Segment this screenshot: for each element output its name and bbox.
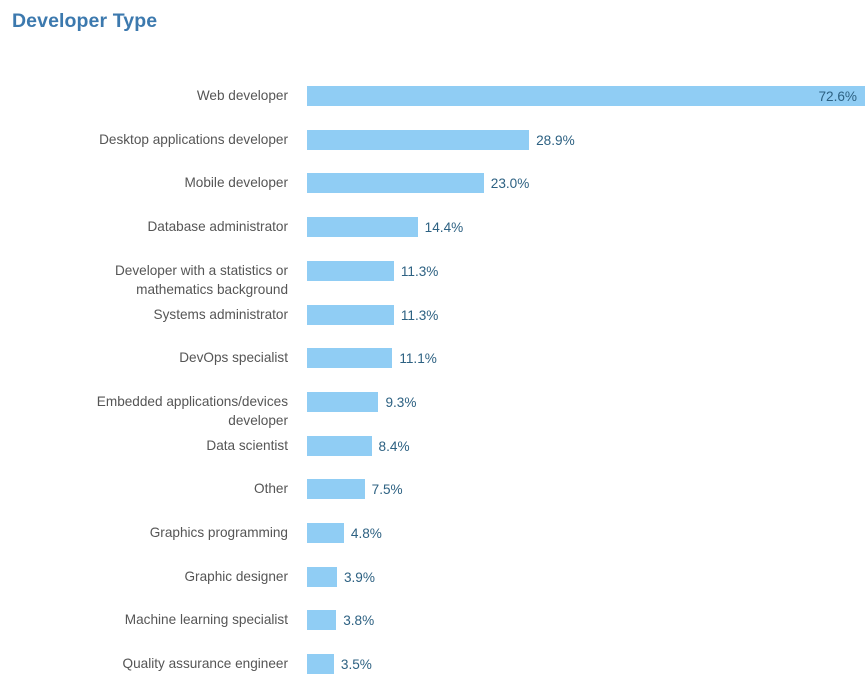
bar-fill[interactable] <box>307 260 394 281</box>
bar-category-label: Embedded applications/devices developer <box>96 393 288 429</box>
bar-fill[interactable] <box>307 217 418 238</box>
bar-row: DevOps specialist 11.1% <box>0 348 865 392</box>
bar-track[interactable]: 3.5% <box>307 654 372 675</box>
bar-category-label: Systems administrator <box>153 306 288 322</box>
bar-value-label: 14.4% <box>424 220 464 236</box>
bar-row: Desktop applications developer 28.9% <box>0 129 865 174</box>
bar-track[interactable]: 9.3% <box>307 391 416 412</box>
bar-fill[interactable] <box>307 610 337 631</box>
bar-value-label: 11.3% <box>400 307 439 323</box>
bar-fill[interactable] <box>307 86 865 106</box>
bar-row: Systems administrator 11.3% <box>0 304 865 349</box>
bar-track[interactable]: 72.6% <box>307 86 865 106</box>
bar-track[interactable]: 11.3% <box>307 260 438 281</box>
bar-fill[interactable] <box>307 173 484 194</box>
bar-track[interactable]: 4.8% <box>307 523 382 543</box>
bar-fill[interactable] <box>307 523 344 543</box>
bar-category-label: Database administrator <box>147 219 288 235</box>
bar-value-label: 11.3% <box>400 263 439 279</box>
page-title: Developer Type <box>12 10 158 32</box>
bar-value-label: 4.8% <box>350 526 382 541</box>
bar-category-label: Data scientist <box>206 437 288 453</box>
bar-row: Data scientist 8.4% <box>0 435 865 480</box>
bar-row: Other 7.5% <box>0 479 865 523</box>
bar-value-label: 3.9% <box>343 569 375 585</box>
bar-category-label: Quality assurance engineer <box>122 656 289 672</box>
bar-row: Quality assurance engineer 3.5% <box>0 654 865 698</box>
bar-row: Graphics programming 4.8% <box>0 523 865 567</box>
developer-type-chart-card: Developer Type Web developer 72.6% Desktop… <box>0 0 865 690</box>
bar-row: Mobile developer 23.0% <box>0 173 865 217</box>
bar-chart-plot-area: Web developer 72.6% Desktop applications d… <box>0 76 865 690</box>
bar-category-label: DevOps specialist <box>179 350 288 366</box>
bar-fill[interactable] <box>307 654 334 675</box>
bar-category-label: Machine learning specialist <box>124 612 288 628</box>
bar-value-label: 8.4% <box>378 438 410 454</box>
bar-value-label: 11.1% <box>399 351 437 367</box>
bar-track[interactable]: 28.9% <box>307 129 575 150</box>
bar-track[interactable]: 14.4% <box>307 217 463 238</box>
bar-fill[interactable] <box>307 348 393 369</box>
bar-category-label: Desktop applications developer <box>99 131 288 147</box>
bar-value-label: 23.0% <box>490 176 530 192</box>
bar-category-label: Other <box>254 481 288 497</box>
bar-fill[interactable] <box>307 566 337 587</box>
bar-value-label: 72.6% <box>818 89 857 104</box>
bar-row: Embedded applications/devices developer 9… <box>0 391 865 436</box>
bar-fill[interactable] <box>307 391 379 412</box>
bar-category-label: Developer with a statistics or mathemati… <box>114 262 288 298</box>
bar-category-label: Graphic designer <box>184 568 288 584</box>
bar-fill[interactable] <box>307 435 372 456</box>
bar-value-label: 7.5% <box>371 482 403 498</box>
bar-fill[interactable] <box>307 479 365 500</box>
bar-row: Database administrator 14.4% <box>0 217 865 261</box>
bar-track[interactable]: 11.1% <box>307 348 437 369</box>
bar-row: Machine learning specialist 3.8% <box>0 610 865 654</box>
bar-row: Web developer 72.6% <box>0 86 865 130</box>
bar-track[interactable]: 7.5% <box>307 479 403 500</box>
bar-value-label: 3.8% <box>343 613 375 629</box>
bar-fill[interactable] <box>307 129 530 150</box>
bar-category-label: Graphics programming <box>149 525 288 540</box>
bar-fill[interactable] <box>307 304 394 325</box>
bar-value-label: 9.3% <box>385 394 417 410</box>
bar-track[interactable]: 11.3% <box>307 304 438 325</box>
bar-track[interactable]: 23.0% <box>307 173 529 194</box>
bar-row: Developer with a statistics or mathemati… <box>0 260 865 305</box>
bar-value-label: 3.5% <box>340 657 372 673</box>
bar-category-label: Web developer <box>196 88 288 103</box>
bar-row: Graphic designer 3.9% <box>0 566 865 611</box>
bar-value-label: 28.9% <box>536 132 575 148</box>
bar-track[interactable]: 3.8% <box>307 610 374 631</box>
bar-category-label: Mobile developer <box>184 175 288 191</box>
bar-track[interactable]: 8.4% <box>307 435 410 456</box>
bar-track[interactable]: 3.9% <box>307 566 375 587</box>
